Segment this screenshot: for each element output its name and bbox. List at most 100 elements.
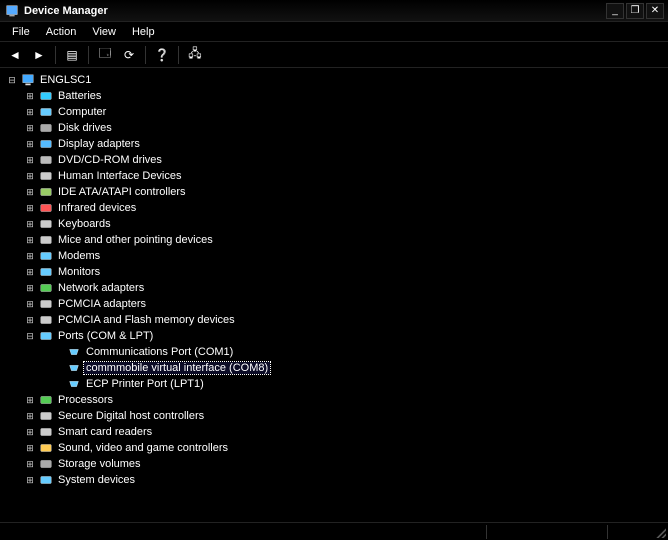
expander-icon[interactable]: ⊞ <box>24 251 36 262</box>
tree-category[interactable]: ⊞ Computer <box>6 104 668 120</box>
tree-item-label: Batteries <box>56 90 103 102</box>
expander-icon[interactable]: ⊞ <box>24 219 36 230</box>
expander-icon[interactable]: ⊞ <box>24 235 36 246</box>
close-button[interactable]: ✕ <box>646 3 664 19</box>
expander-icon[interactable]: ⊞ <box>24 187 36 198</box>
expander-icon[interactable]: ⊞ <box>24 139 36 150</box>
tree-item-label: Storage volumes <box>56 458 143 470</box>
device-icon <box>38 120 54 136</box>
tree-category[interactable]: ⊞ PCMCIA and Flash memory devices <box>6 312 668 328</box>
tree-category[interactable]: ⊞ Batteries <box>6 88 668 104</box>
tree-item-label: Infrared devices <box>56 202 138 214</box>
tree-item-label: Secure Digital host controllers <box>56 410 206 422</box>
app-icon <box>4 3 20 19</box>
tree-category[interactable]: ⊞IDE ATA/ATAPI controllers <box>6 184 668 200</box>
expander-icon[interactable]: ⊞ <box>24 315 36 326</box>
menu-help[interactable]: Help <box>124 24 163 40</box>
tree-category[interactable]: ⊞Human Interface Devices <box>6 168 668 184</box>
expander-icon[interactable]: ⊞ <box>24 123 36 134</box>
device-icon <box>38 312 54 328</box>
resize-grip[interactable] <box>654 526 666 538</box>
tree-item-label: Mice and other pointing devices <box>56 234 215 246</box>
back-button[interactable]: ◄ <box>4 44 26 66</box>
expander-icon[interactable]: ⊟ <box>6 75 18 86</box>
menu-action[interactable]: Action <box>38 24 85 40</box>
show-hidden-button[interactable]: ▤ <box>61 44 83 66</box>
properties-button[interactable]: 🗔 <box>94 44 116 66</box>
tree-category[interactable]: ⊞Smart card readers <box>6 424 668 440</box>
expander-icon[interactable]: ⊟ <box>24 331 36 342</box>
expander-icon[interactable]: ⊞ <box>24 443 36 454</box>
device-icon <box>38 88 54 104</box>
tree-item-label: Network adapters <box>56 282 146 294</box>
forward-button[interactable]: ► <box>28 44 50 66</box>
tree-item-label: Disk drives <box>56 122 114 134</box>
tree-device-item[interactable]: commmobile virtual interface (COM8) <box>6 360 668 376</box>
expander-icon[interactable]: ⊞ <box>24 155 36 166</box>
menu-view[interactable]: View <box>84 24 124 40</box>
tree-item-label: Processors <box>56 394 115 406</box>
tree-item-label: PCMCIA and Flash memory devices <box>56 314 237 326</box>
expander-icon[interactable]: ⊞ <box>24 91 36 102</box>
device-icon <box>38 184 54 200</box>
tree-item-label: Sound, video and game controllers <box>56 442 230 454</box>
device-tree[interactable]: ⊟ENGLSC1⊞Batteries⊞Computer⊞Disk drives⊞… <box>0 68 668 506</box>
tree-category[interactable]: ⊞ Secure Digital host controllers <box>6 408 668 424</box>
statusbar-separator <box>486 525 487 539</box>
device-icon <box>38 136 54 152</box>
device-icon <box>66 360 82 376</box>
tree-category[interactable]: ⊞ Mice and other pointing devices <box>6 232 668 248</box>
tree-category[interactable]: ⊞System devices <box>6 472 668 488</box>
tree-category[interactable]: ⊞ Processors <box>6 392 668 408</box>
menubar: File Action View Help <box>0 22 668 42</box>
tree-item-label: Computer <box>56 106 108 118</box>
expander-icon[interactable]: ⊞ <box>24 267 36 278</box>
help-button[interactable]: ❔ <box>151 44 173 66</box>
device-icon <box>38 296 54 312</box>
toolbar-separator <box>55 46 56 64</box>
tree-item-label: ECP Printer Port (LPT1) <box>84 378 206 390</box>
scan-hardware-button[interactable]: 🖧 <box>184 44 206 66</box>
device-icon <box>38 408 54 424</box>
refresh-button[interactable]: ⟳ <box>118 44 140 66</box>
expander-icon[interactable]: ⊞ <box>24 283 36 294</box>
tree-device-item[interactable]: Communications Port (COM1) <box>6 344 668 360</box>
tree-item-label: Communications Port (COM1) <box>84 346 235 358</box>
tree-category[interactable]: ⊞ Sound, video and game controllers <box>6 440 668 456</box>
device-icon <box>38 248 54 264</box>
tree-category[interactable]: ⊞Keyboards <box>6 216 668 232</box>
expander-icon[interactable]: ⊞ <box>24 299 36 310</box>
toolbar-separator <box>88 46 89 64</box>
tree-device-item[interactable]: ECP Printer Port (LPT1) <box>6 376 668 392</box>
tree-category[interactable]: ⊞Display adapters <box>6 136 668 152</box>
tree-category[interactable]: ⊟ Ports (COM & LPT) <box>6 328 668 344</box>
tree-category[interactable]: ⊞ Storage volumes <box>6 456 668 472</box>
toolbar-separator <box>178 46 179 64</box>
expander-icon[interactable]: ⊞ <box>24 395 36 406</box>
maximize-button[interactable]: ❐ <box>626 3 644 19</box>
device-icon <box>38 392 54 408</box>
device-icon <box>20 72 36 88</box>
tree-category[interactable]: ⊞ Infrared devices <box>6 200 668 216</box>
tree-category[interactable]: ⊞Modems <box>6 248 668 264</box>
tree-item-label: Monitors <box>56 266 102 278</box>
expander-icon[interactable]: ⊞ <box>24 411 36 422</box>
device-icon <box>38 152 54 168</box>
expander-icon[interactable]: ⊞ <box>24 107 36 118</box>
tree-root[interactable]: ⊟ENGLSC1 <box>6 72 668 88</box>
device-icon <box>66 376 82 392</box>
toolbar-separator <box>145 46 146 64</box>
expander-icon[interactable]: ⊞ <box>24 203 36 214</box>
expander-icon[interactable]: ⊞ <box>24 427 36 438</box>
expander-icon[interactable]: ⊞ <box>24 475 36 486</box>
menu-file[interactable]: File <box>4 24 38 40</box>
expander-icon[interactable]: ⊞ <box>24 459 36 470</box>
minimize-button[interactable]: _ <box>606 3 624 19</box>
tree-item-label: Ports (COM & LPT) <box>56 330 155 342</box>
tree-category[interactable]: ⊞ Network adapters <box>6 280 668 296</box>
tree-category[interactable]: ⊞ Disk drives <box>6 120 668 136</box>
tree-category[interactable]: ⊞DVD/CD-ROM drives <box>6 152 668 168</box>
expander-icon[interactable]: ⊞ <box>24 171 36 182</box>
tree-category[interactable]: ⊞ Monitors <box>6 264 668 280</box>
tree-category[interactable]: ⊞PCMCIA adapters <box>6 296 668 312</box>
